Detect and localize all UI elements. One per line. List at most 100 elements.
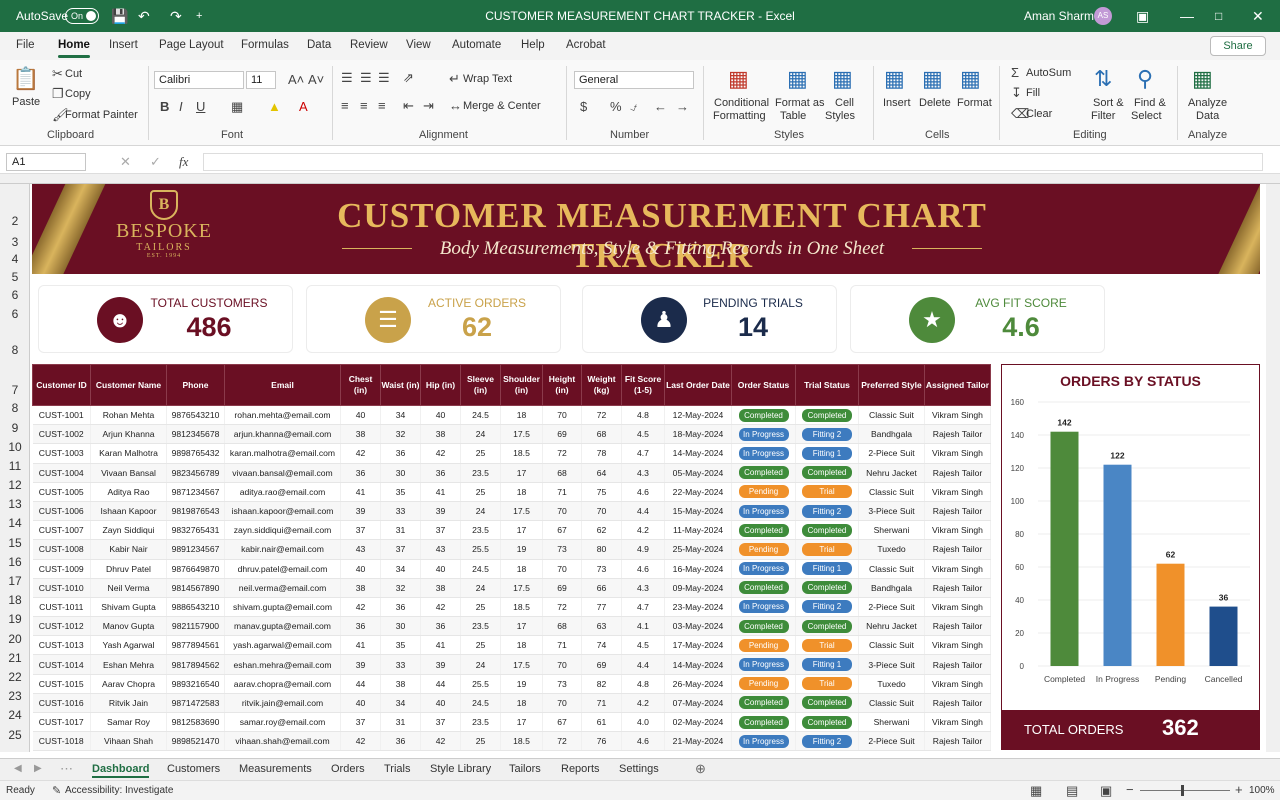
bar-in-progress[interactable] xyxy=(1103,464,1132,666)
table-cell[interactable]: rohan.mehta@email.com xyxy=(224,405,341,426)
table-cell[interactable]: 4.7 xyxy=(621,443,665,464)
table-cell[interactable]: Nehru Jacket xyxy=(858,463,925,483)
table-cell[interactable]: 9817894562 xyxy=(166,654,225,675)
table-cell[interactable]: Tuxedo xyxy=(858,539,925,560)
table-cell[interactable]: 9812583690 xyxy=(166,712,225,733)
decrease-indent-icon[interactable]: ⇤ xyxy=(403,98,414,114)
bold-icon[interactable]: B xyxy=(160,99,169,115)
table-cell[interactable]: 18-May-2024 xyxy=(664,424,732,445)
table-cell[interactable]: Rajesh Tailor xyxy=(924,501,991,522)
table-cell[interactable]: Vikram Singh xyxy=(924,559,991,579)
table-cell[interactable]: Vikram Singh xyxy=(924,635,991,656)
row-number[interactable]: 18 xyxy=(0,593,30,607)
table-cell[interactable]: Completed xyxy=(731,405,796,426)
table-cell[interactable]: 82 xyxy=(581,674,622,694)
table-cell[interactable]: 17.5 xyxy=(500,501,543,522)
table-cell[interactable]: 4.0 xyxy=(621,712,665,733)
cut-icon[interactable]: ✂ xyxy=(52,66,63,82)
cancel-entry-icon[interactable]: ✕ xyxy=(120,154,131,170)
undo-icon[interactable]: ↶ xyxy=(138,6,150,26)
table-cell[interactable]: CUST-1017 xyxy=(32,712,91,733)
table-cell[interactable]: Sherwani xyxy=(858,712,925,733)
table-cell[interactable]: 24.5 xyxy=(460,559,501,579)
table-cell[interactable]: 71 xyxy=(542,635,582,656)
table-cell[interactable]: 12-May-2024 xyxy=(664,405,732,426)
table-cell[interactable]: 35 xyxy=(380,482,421,502)
tab-help[interactable]: Help xyxy=(521,39,545,51)
font-name-select[interactable]: Calibri xyxy=(154,71,244,89)
table-cell[interactable]: 9886543210 xyxy=(166,597,225,618)
table-cell[interactable]: Classic Suit xyxy=(858,405,925,426)
table-cell[interactable]: 24 xyxy=(460,578,501,598)
table-cell[interactable]: 17.5 xyxy=(500,424,543,445)
format-painter-button[interactable]: Format Painter xyxy=(65,109,138,121)
table-cell[interactable]: 25 xyxy=(460,482,501,502)
table-cell[interactable]: Bandhgala xyxy=(858,424,925,445)
table-cell[interactable]: 9877894561 xyxy=(166,635,225,656)
table-cell[interactable]: 43 xyxy=(340,539,381,560)
table-cell[interactable]: Manov Gupta xyxy=(90,616,167,637)
table-cell[interactable]: 40 xyxy=(420,559,461,579)
table-cell[interactable]: 37 xyxy=(420,712,461,733)
table-cell[interactable]: 3-Piece Suit xyxy=(858,501,925,522)
table-cell[interactable]: Vikram Singh xyxy=(924,712,991,733)
align-right-icon[interactable]: ≡ xyxy=(378,98,386,114)
sheet-tab-settings[interactable]: Settings xyxy=(619,763,659,775)
fill-color-icon[interactable]: ▲ xyxy=(268,99,281,115)
table-cell[interactable]: Rajesh Tailor xyxy=(924,463,991,483)
table-cell[interactable]: 67 xyxy=(542,520,582,541)
table-cell[interactable]: 4.3 xyxy=(621,463,665,483)
save-icon[interactable]: 💾 xyxy=(111,6,128,26)
analyze-data-button[interactable]: Analyze xyxy=(1188,97,1227,109)
table-cell[interactable]: Completed xyxy=(795,405,859,426)
table-cell[interactable]: 4.4 xyxy=(621,654,665,675)
table-cell[interactable]: 4.4 xyxy=(621,501,665,522)
table-cell[interactable]: 37 xyxy=(420,520,461,541)
column-header[interactable]: Chest (in) xyxy=(340,364,381,406)
table-cell[interactable]: 31 xyxy=(380,712,421,733)
table-cell[interactable]: 4.6 xyxy=(621,482,665,502)
table-cell[interactable]: 30 xyxy=(380,463,421,483)
table-cell[interactable]: 73 xyxy=(542,674,582,694)
row-number[interactable]: 22 xyxy=(0,670,30,684)
table-cell[interactable]: 18.5 xyxy=(500,731,543,752)
table-cell[interactable]: 18 xyxy=(500,559,543,579)
table-cell[interactable]: CUST-1011 xyxy=(32,597,91,618)
tab-automate[interactable]: Automate xyxy=(452,39,501,51)
column-header[interactable]: Fit Score (1-5) xyxy=(621,364,665,406)
tab-page-layout[interactable]: Page Layout xyxy=(159,39,224,51)
table-cell[interactable]: 40 xyxy=(340,693,381,714)
find-select-icon[interactable]: ⚲ xyxy=(1137,66,1153,92)
table-cell[interactable]: CUST-1003 xyxy=(32,443,91,464)
table-cell[interactable]: CUST-1001 xyxy=(32,405,91,426)
table-cell[interactable]: karan.malhotra@email.com xyxy=(224,443,341,464)
table-cell[interactable]: 37 xyxy=(340,520,381,541)
table-cell[interactable]: 43 xyxy=(420,539,461,560)
table-cell[interactable]: 40 xyxy=(340,405,381,426)
table-cell[interactable]: 9832765431 xyxy=(166,520,225,541)
row-number[interactable]: 3 xyxy=(0,235,30,249)
table-cell[interactable]: Completed xyxy=(795,578,859,598)
table-cell[interactable]: Vihaan Shah xyxy=(90,731,167,752)
table-cell[interactable]: 37 xyxy=(340,712,381,733)
table-cell[interactable]: 42 xyxy=(340,597,381,618)
table-cell[interactable]: Trial xyxy=(795,482,859,502)
table-cell[interactable]: 40 xyxy=(420,693,461,714)
row-number[interactable]: 9 xyxy=(0,421,30,435)
table-cell[interactable]: 18 xyxy=(500,405,543,426)
table-cell[interactable]: aditya.rao@email.com xyxy=(224,482,341,502)
copy-button[interactable]: Copy xyxy=(65,88,91,100)
table-cell[interactable]: 31 xyxy=(380,520,421,541)
table-cell[interactable]: 39 xyxy=(340,501,381,522)
table-cell[interactable]: Sherwani xyxy=(858,520,925,541)
table-cell[interactable]: CUST-1016 xyxy=(32,693,91,714)
row-number[interactable]: 13 xyxy=(0,497,30,511)
table-cell[interactable]: 36 xyxy=(340,616,381,637)
table-cell[interactable]: arjun.khanna@email.com xyxy=(224,424,341,445)
table-cell[interactable]: 23-May-2024 xyxy=(664,597,732,618)
page-break-view-icon[interactable]: ▣ xyxy=(1100,783,1112,799)
tab-formulas[interactable]: Formulas xyxy=(241,39,289,51)
sheet-tab-customers[interactable]: Customers xyxy=(167,763,220,775)
wrap-text-button[interactable]: Wrap Text xyxy=(463,73,512,85)
table-cell[interactable]: 17 xyxy=(500,520,543,541)
